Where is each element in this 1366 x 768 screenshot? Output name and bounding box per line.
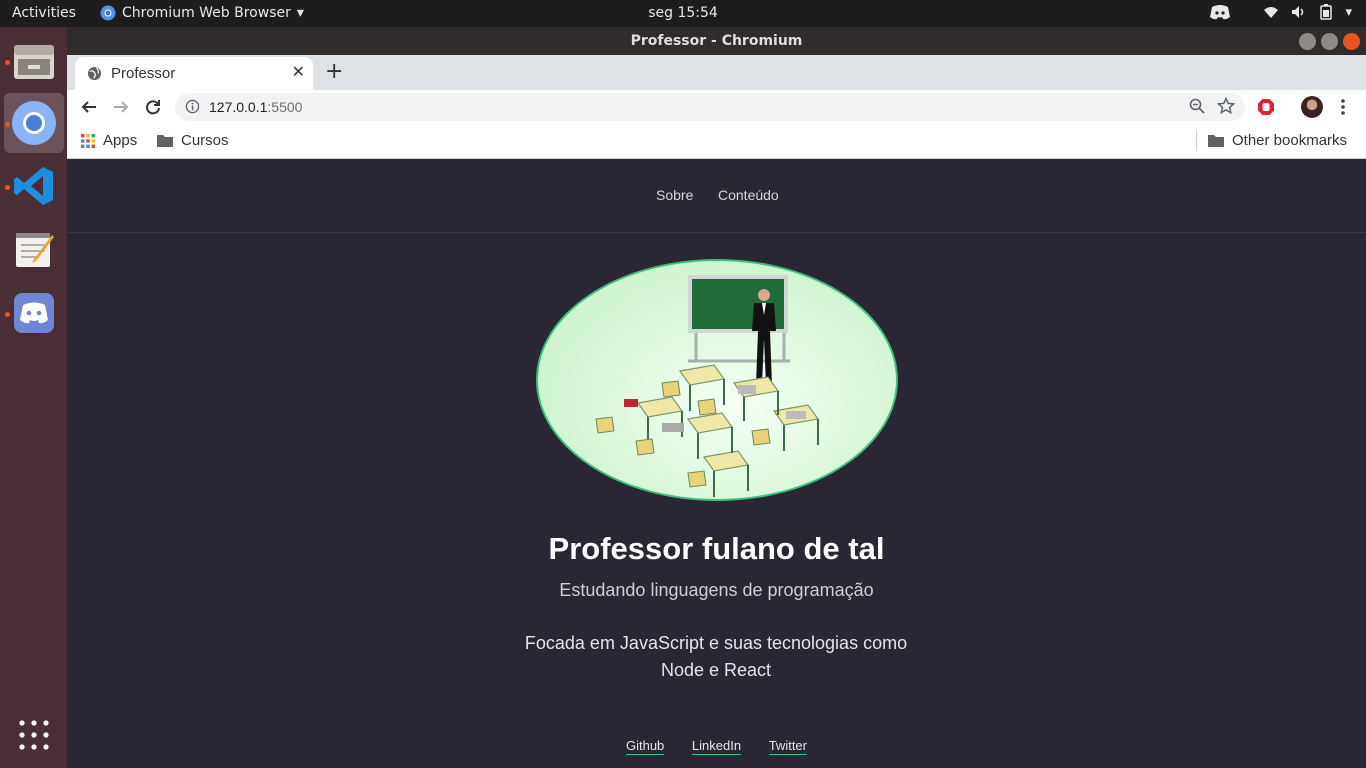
- battery-icon[interactable]: [1319, 4, 1333, 20]
- bookmark-apps-label: Apps: [103, 132, 138, 149]
- tab-label: Professor: [111, 65, 176, 82]
- wifi-icon[interactable]: [1263, 5, 1279, 19]
- info-icon[interactable]: [185, 99, 200, 114]
- running-indicator: [5, 185, 10, 190]
- bookmark-folder-cursos[interactable]: Cursos: [157, 132, 229, 149]
- dock-discord[interactable]: [4, 283, 64, 343]
- dock-files[interactable]: [4, 31, 64, 91]
- globe-icon: [87, 66, 102, 81]
- minimize-button[interactable]: [1299, 33, 1316, 50]
- dock-text-editor[interactable]: [4, 219, 64, 279]
- url-host: 127.0.0.1: [209, 99, 268, 115]
- apps-grid-icon: [19, 720, 49, 750]
- url-port: :5500: [267, 99, 303, 115]
- forward-arrow-icon: [114, 101, 129, 113]
- bookmarks-bar: Apps Cursos Other bookmarks: [67, 124, 1366, 159]
- social-links: Github LinkedIn Twitter: [67, 738, 1366, 755]
- menu-icon[interactable]: [1340, 99, 1346, 115]
- running-indicator: [5, 60, 10, 65]
- volume-icon[interactable]: [1291, 5, 1307, 19]
- folder-icon: [1208, 135, 1224, 147]
- window-titlebar[interactable]: Professor - Chromium: [67, 27, 1366, 55]
- hero-image: [536, 259, 898, 501]
- files-icon: [14, 45, 54, 79]
- discord-icon[interactable]: [1209, 4, 1231, 20]
- dock-chromium[interactable]: [4, 93, 64, 153]
- link-linkedin[interactable]: LinkedIn: [691, 738, 742, 755]
- folder-icon: [157, 135, 173, 147]
- site-nav: Sobre Conteúdo: [67, 159, 1366, 233]
- ubuntu-dock: [0, 27, 67, 768]
- adblock-icon[interactable]: [1257, 98, 1275, 116]
- nav-link-sobre[interactable]: Sobre: [656, 187, 693, 203]
- description-line: Node e React: [660, 660, 772, 680]
- web-page: Sobre Conteúdo Professor fulano de tal E…: [67, 159, 1366, 768]
- apps-grid-icon: [81, 133, 95, 148]
- url-text[interactable]: 127.0.0.1:5500: [209, 99, 302, 115]
- star-icon[interactable]: [1217, 97, 1235, 115]
- gnome-top-bar: Activities Chromium Web Browser ▾ seg 15…: [0, 0, 1366, 27]
- reload-button[interactable]: [143, 97, 163, 117]
- discord-icon: [14, 293, 54, 333]
- zoom-icon[interactable]: [1189, 98, 1205, 114]
- close-window-button[interactable]: [1343, 33, 1360, 50]
- system-tray[interactable]: ▾: [1209, 4, 1352, 20]
- page-subtitle: Estudando linguagens de programação: [559, 580, 874, 600]
- chromium-icon: [12, 101, 56, 145]
- running-indicator: [5, 312, 10, 317]
- running-indicator: [5, 122, 10, 127]
- maximize-button[interactable]: [1321, 33, 1338, 50]
- reload-icon: [146, 100, 160, 115]
- clock[interactable]: seg 15:54: [0, 5, 1366, 21]
- description-line: Focada em JavaScript e suas tecnologias …: [524, 633, 908, 653]
- browser-toolbar: 127.0.0.1:5500: [67, 90, 1366, 124]
- bookmarks-divider: [1196, 131, 1197, 151]
- address-bar[interactable]: 127.0.0.1:5500: [175, 93, 1245, 121]
- tab-strip: Professor ✕ +: [67, 55, 1366, 90]
- text-editor-icon: [16, 233, 54, 267]
- page-description: Focada em JavaScript e suas tecnologias …: [516, 630, 916, 684]
- vscode-icon: [14, 167, 53, 205]
- avatar[interactable]: [1301, 96, 1323, 118]
- chevron-down-icon[interactable]: ▾: [1345, 5, 1352, 20]
- link-twitter[interactable]: Twitter: [768, 738, 807, 755]
- show-applications-button[interactable]: [4, 705, 64, 765]
- back-button[interactable]: [79, 97, 99, 117]
- window-controls: [1299, 33, 1360, 50]
- new-tab-button[interactable]: +: [325, 59, 343, 84]
- window-title: Professor - Chromium: [630, 33, 803, 49]
- dock-vscode[interactable]: [4, 156, 64, 216]
- bookmark-apps[interactable]: Apps: [81, 132, 137, 149]
- page-title: Professor fulano de tal: [548, 531, 885, 566]
- nav-link-conteudo[interactable]: Conteúdo: [718, 187, 779, 203]
- bookmark-folder-label: Cursos: [181, 132, 229, 149]
- back-arrow-icon: [81, 101, 96, 113]
- close-tab-icon[interactable]: ✕: [292, 62, 305, 81]
- link-github[interactable]: Github: [625, 738, 665, 755]
- forward-button[interactable]: [111, 97, 131, 117]
- bookmark-other[interactable]: Other bookmarks: [1208, 132, 1347, 149]
- classroom-illustration: [595, 275, 820, 497]
- bookmark-other-label: Other bookmarks: [1232, 132, 1348, 149]
- tab-professor[interactable]: Professor ✕: [75, 57, 313, 90]
